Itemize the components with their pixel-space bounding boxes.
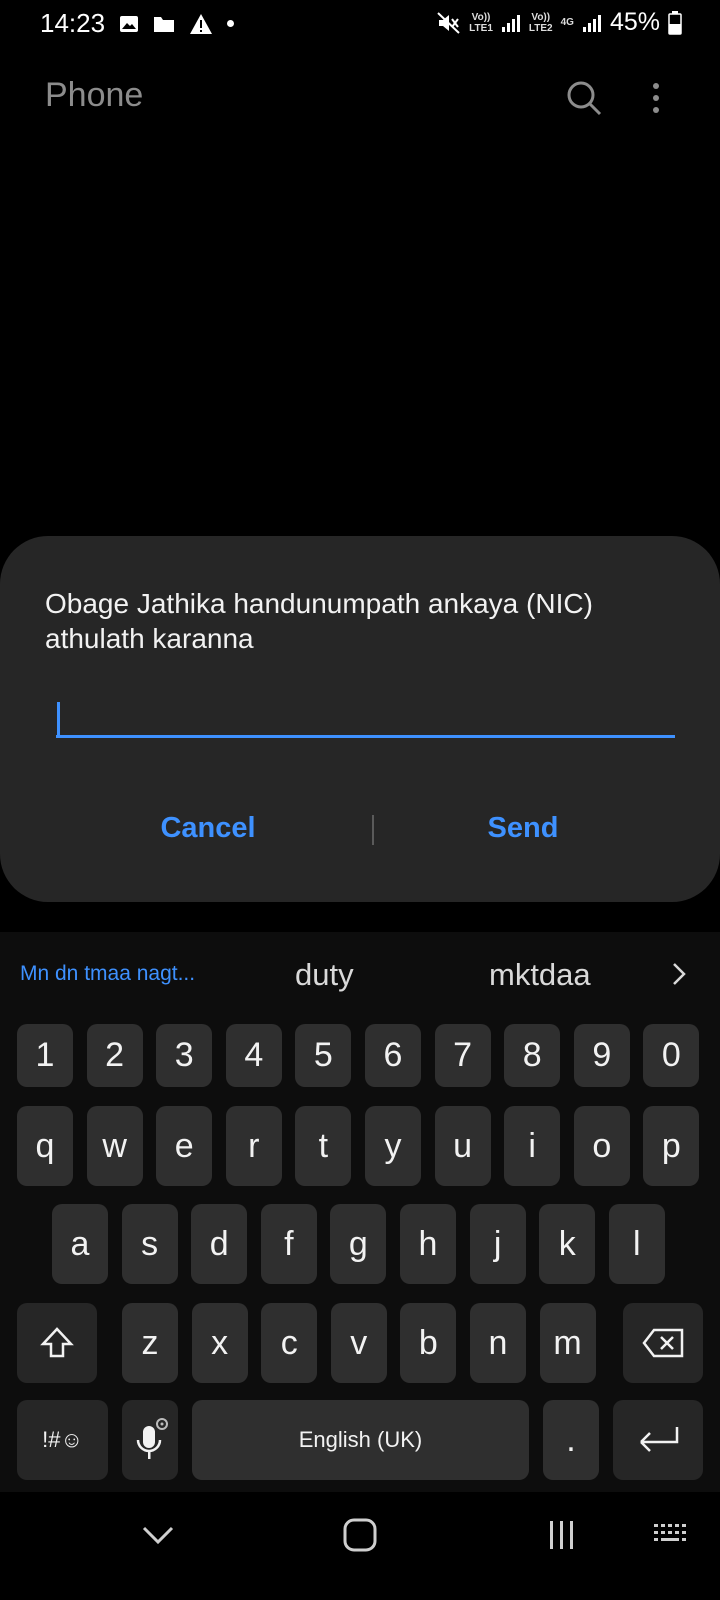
dialog-message: Obage Jathika handunumpath ankaya (NIC) … — [45, 588, 593, 654]
key-t[interactable]: t — [295, 1106, 352, 1186]
cancel-button[interactable]: Cancel — [108, 812, 308, 845]
nic-input[interactable] — [56, 686, 675, 738]
more-vert-icon[interactable] — [648, 80, 664, 116]
key-a[interactable]: a — [52, 1204, 108, 1284]
key-1[interactable]: 1 — [17, 1024, 73, 1087]
key-d[interactable]: d — [191, 1204, 248, 1284]
key-b[interactable]: b — [400, 1303, 457, 1383]
suggestion-item[interactable]: mktdaa — [489, 957, 591, 993]
key-z[interactable]: z — [122, 1303, 178, 1383]
key-3[interactable]: 3 — [156, 1024, 213, 1087]
dot-icon — [227, 20, 235, 27]
ussd-dialog: Obage Jathika handunumpath ankaya (NIC) … — [0, 536, 720, 902]
signal-icon — [582, 13, 602, 33]
key-x[interactable]: x — [191, 1303, 248, 1383]
key-j[interactable]: j — [469, 1204, 526, 1284]
key-c[interactable]: c — [261, 1303, 318, 1383]
hide-keyboard-icon[interactable] — [140, 1517, 176, 1553]
voice-key[interactable] — [122, 1400, 178, 1480]
chevron-right-icon[interactable] — [668, 958, 690, 990]
keyboard: Mn dn tmaa nagt... duty mktdaa 123456789… — [0, 932, 720, 1492]
key-7[interactable]: 7 — [434, 1024, 491, 1087]
key-6[interactable]: 6 — [365, 1024, 421, 1087]
mute-icon — [437, 11, 461, 34]
key-y[interactable]: y — [365, 1106, 421, 1186]
shift-icon — [40, 1327, 74, 1358]
text-cursor — [57, 702, 60, 736]
key-f[interactable]: f — [260, 1204, 317, 1284]
button-divider — [372, 815, 374, 845]
key-n[interactable]: n — [470, 1303, 526, 1383]
key-i[interactable]: i — [504, 1106, 561, 1186]
network-type: 4G — [560, 17, 574, 28]
key-2[interactable]: 2 — [86, 1024, 143, 1087]
key-u[interactable]: u — [434, 1106, 491, 1186]
backspace-key[interactable] — [623, 1303, 703, 1383]
sim2-label: Vo)) LTE2 — [528, 11, 553, 34]
shift-key[interactable] — [17, 1303, 97, 1383]
status-bar: 14:23 Vo)) LTE1 Vo)) LTE2 4G 45% — [0, 0, 720, 48]
symbols-key[interactable]: !#☺ — [17, 1400, 108, 1480]
key-8[interactable]: 8 — [504, 1024, 561, 1087]
key-q[interactable]: q — [17, 1106, 73, 1186]
enter-key[interactable] — [613, 1400, 703, 1480]
key-r[interactable]: r — [225, 1106, 282, 1186]
send-button[interactable]: Send — [423, 812, 623, 845]
image-icon — [119, 14, 139, 34]
signal-icon — [501, 13, 521, 33]
key-k[interactable]: k — [539, 1204, 596, 1284]
key-m[interactable]: m — [539, 1303, 596, 1383]
enter-icon — [640, 1427, 679, 1452]
backspace-icon — [642, 1328, 684, 1358]
key-e[interactable]: e — [156, 1106, 213, 1186]
space-key[interactable]: English (UK) — [192, 1400, 529, 1480]
search-icon[interactable] — [566, 80, 602, 116]
status-time: 14:23 — [40, 8, 106, 38]
period-key[interactable]: . — [543, 1400, 599, 1480]
key-0[interactable]: 0 — [643, 1024, 700, 1087]
key-p[interactable]: p — [643, 1106, 700, 1186]
key-g[interactable]: g — [330, 1204, 387, 1284]
key-4[interactable]: 4 — [225, 1024, 282, 1087]
keyboard-icon[interactable] — [652, 1519, 692, 1549]
sim1-label: Vo)) LTE1 — [469, 11, 493, 34]
key-o[interactable]: o — [573, 1106, 630, 1186]
microphone-icon — [136, 1418, 168, 1459]
suggestion-bar: Mn dn tmaa nagt... duty mktdaa — [0, 932, 720, 1022]
navigation-bar — [0, 1495, 720, 1600]
key-v[interactable]: v — [330, 1303, 387, 1383]
key-s[interactable]: s — [121, 1204, 178, 1284]
key-l[interactable]: l — [608, 1204, 665, 1284]
battery-percent: 45% — [609, 8, 660, 36]
suggestion-item[interactable]: Mn dn tmaa nagt... — [20, 962, 195, 986]
folder-icon — [153, 14, 175, 34]
recents-icon[interactable] — [544, 1517, 580, 1553]
page-title: Phone — [45, 76, 144, 114]
key-w[interactable]: w — [86, 1106, 143, 1186]
suggestion-item[interactable]: duty — [295, 957, 354, 993]
home-icon[interactable] — [340, 1515, 380, 1555]
key-h[interactable]: h — [400, 1204, 456, 1284]
battery-icon — [668, 10, 682, 35]
key-9[interactable]: 9 — [573, 1024, 630, 1087]
warning-icon — [189, 13, 213, 35]
key-5[interactable]: 5 — [295, 1024, 352, 1087]
